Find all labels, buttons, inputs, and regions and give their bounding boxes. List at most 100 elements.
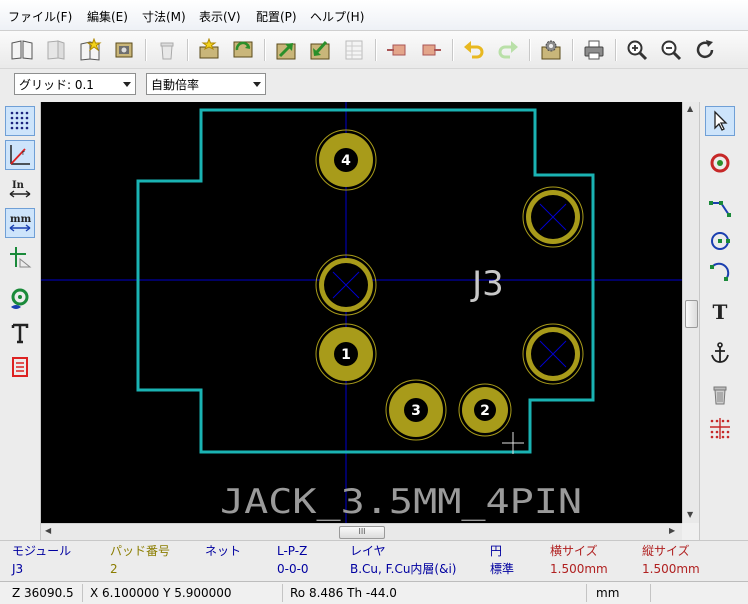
grid-origin-icon[interactable] — [705, 414, 735, 444]
settings-icon[interactable] — [537, 35, 565, 65]
pad-sketch-icon[interactable] — [5, 284, 35, 314]
add-arc-icon[interactable] — [705, 258, 735, 288]
message-panel: モジュール J3 パッド番号 2 ネット L-P-Z 0-0-0 レイヤ B.C… — [0, 540, 748, 581]
pad-from-board-icon[interactable] — [383, 35, 411, 65]
pad[interactable]: 2 — [458, 383, 512, 437]
pad[interactable] — [522, 186, 584, 248]
pad[interactable]: 1 — [315, 323, 377, 385]
scroll-down-icon[interactable]: ▼ — [687, 510, 693, 519]
add-circle-icon[interactable] — [705, 226, 735, 256]
menu-help[interactable]: ヘルプ(H) — [310, 10, 364, 24]
reference-text[interactable]: J3 — [470, 264, 504, 304]
contrast-mode-icon[interactable] — [5, 352, 35, 382]
zoom-out-icon[interactable] — [657, 35, 685, 65]
undo-icon[interactable] — [460, 35, 488, 65]
info-header-layer: レイヤ — [350, 544, 386, 558]
menu-file[interactable]: ファイル(F) — [8, 10, 72, 24]
select-arrow-icon[interactable] — [705, 106, 735, 136]
status-zoom: Z 36090.5 — [12, 586, 74, 600]
grid-select[interactable]: グリッド: 0.1 — [14, 73, 136, 95]
menu-place[interactable]: 配置(P) — [256, 10, 297, 24]
print-icon[interactable] — [580, 35, 608, 65]
module-wizard-icon[interactable] — [110, 35, 138, 65]
pad-label: 1 — [341, 347, 351, 363]
redo-icon[interactable] — [494, 35, 522, 65]
import-icon[interactable] — [306, 35, 334, 65]
info-value-pad-number: 2 — [110, 562, 118, 576]
scroll-left-icon[interactable]: ◀ — [45, 526, 51, 535]
status-bar: Z 36090.5 X 6.100000 Y 5.900000 Ro 8.486… — [0, 581, 748, 604]
status-polar: Ro 8.486 Th -44.0 — [290, 586, 397, 600]
pad-to-board-icon[interactable] — [417, 35, 445, 65]
status-divider — [586, 584, 587, 602]
delete-tool-icon[interactable] — [705, 380, 735, 410]
grid-toggle-icon[interactable] — [5, 106, 35, 136]
pad[interactable] — [522, 323, 584, 385]
toolbar-separator — [375, 39, 377, 61]
status-units: mm — [596, 586, 620, 600]
info-value-lpz: 0-0-0 — [277, 562, 309, 576]
anchor-icon[interactable] — [705, 338, 735, 368]
pad[interactable] — [315, 254, 377, 316]
menu-dimensions[interactable]: 寸法(M) — [142, 10, 186, 24]
grid-select-value: グリッド: 0.1 — [19, 78, 94, 92]
add-line-icon[interactable] — [705, 194, 735, 224]
status-divider — [282, 584, 283, 602]
horizontal-scroll-thumb[interactable]: III — [339, 526, 385, 539]
book-disabled-icon[interactable] — [42, 35, 70, 65]
footprint-canvas[interactable]: 4 1 3 2 J3 JACK_3.5MM_4PIN — [41, 102, 682, 523]
svg-text:r: r — [22, 149, 25, 157]
text-sketch-icon[interactable] — [5, 318, 35, 348]
inch-units-icon[interactable]: In — [5, 174, 35, 204]
delete-icon[interactable] — [153, 35, 181, 65]
horizontal-scrollbar[interactable]: ◀ III ▶ — [41, 523, 682, 540]
export-icon[interactable] — [272, 35, 300, 65]
load-module-icon[interactable] — [195, 35, 223, 65]
info-header-module: モジュール — [12, 544, 72, 558]
right-toolbar: T — [699, 102, 748, 542]
toolbar-separator — [145, 39, 147, 61]
value-text[interactable]: JACK_3.5MM_4PIN — [220, 482, 582, 522]
zoom-in-icon[interactable] — [623, 35, 651, 65]
pad[interactable]: 4 — [315, 129, 377, 191]
menu-edit[interactable]: 編集(E) — [87, 10, 128, 24]
cursor-shape-icon[interactable] — [5, 242, 35, 272]
toolbar-separator — [529, 39, 531, 61]
pad-label: 4 — [341, 153, 351, 169]
mm-units-icon[interactable]: mm — [5, 208, 35, 238]
main-toolbar — [0, 30, 748, 69]
zoom-select-value: 自動倍率 — [151, 78, 200, 92]
grid-table-icon[interactable] — [340, 35, 368, 65]
new-module-icon[interactable] — [76, 35, 104, 65]
save-module-icon[interactable] — [229, 35, 257, 65]
zoom-select[interactable]: 自動倍率 — [146, 73, 266, 95]
vertical-scrollbar[interactable]: ▲ ▼ — [682, 102, 699, 523]
pad-label: 3 — [411, 403, 421, 419]
toolbar-separator — [452, 39, 454, 61]
status-xy: X 6.100000 Y 5.900000 — [90, 586, 232, 600]
info-header-net: ネット — [205, 544, 242, 558]
menu-view[interactable]: 表示(V) — [199, 10, 241, 24]
polar-coords-icon[interactable]: r — [5, 140, 35, 170]
info-value-module: J3 — [12, 562, 24, 576]
redraw-icon[interactable] — [691, 35, 719, 65]
toolbar-separator — [615, 39, 617, 61]
book-open-icon[interactable] — [8, 35, 36, 65]
scroll-right-icon[interactable]: ▶ — [669, 526, 675, 535]
info-header-height: 縦サイズ — [642, 544, 690, 558]
add-pad-icon[interactable] — [705, 148, 735, 178]
scroll-grip: III — [358, 527, 366, 536]
left-toolbar: r In mm — [0, 102, 41, 542]
aux-toolbar: グリッド: 0.1 自動倍率 — [0, 68, 748, 104]
toolbar-separator — [187, 39, 189, 61]
info-value-shape: 標準 — [490, 562, 515, 576]
scroll-up-icon[interactable]: ▲ — [687, 104, 693, 113]
info-header-shape: 円 — [490, 544, 503, 558]
info-header-lpz: L-P-Z — [277, 544, 308, 558]
pad[interactable]: 3 — [385, 379, 447, 441]
add-text-icon[interactable]: T — [705, 296, 735, 326]
chevron-down-icon — [253, 82, 261, 87]
svg-text:T: T — [713, 300, 728, 323]
vertical-scroll-thumb[interactable] — [685, 300, 698, 328]
svg-text:mm: mm — [10, 214, 32, 225]
